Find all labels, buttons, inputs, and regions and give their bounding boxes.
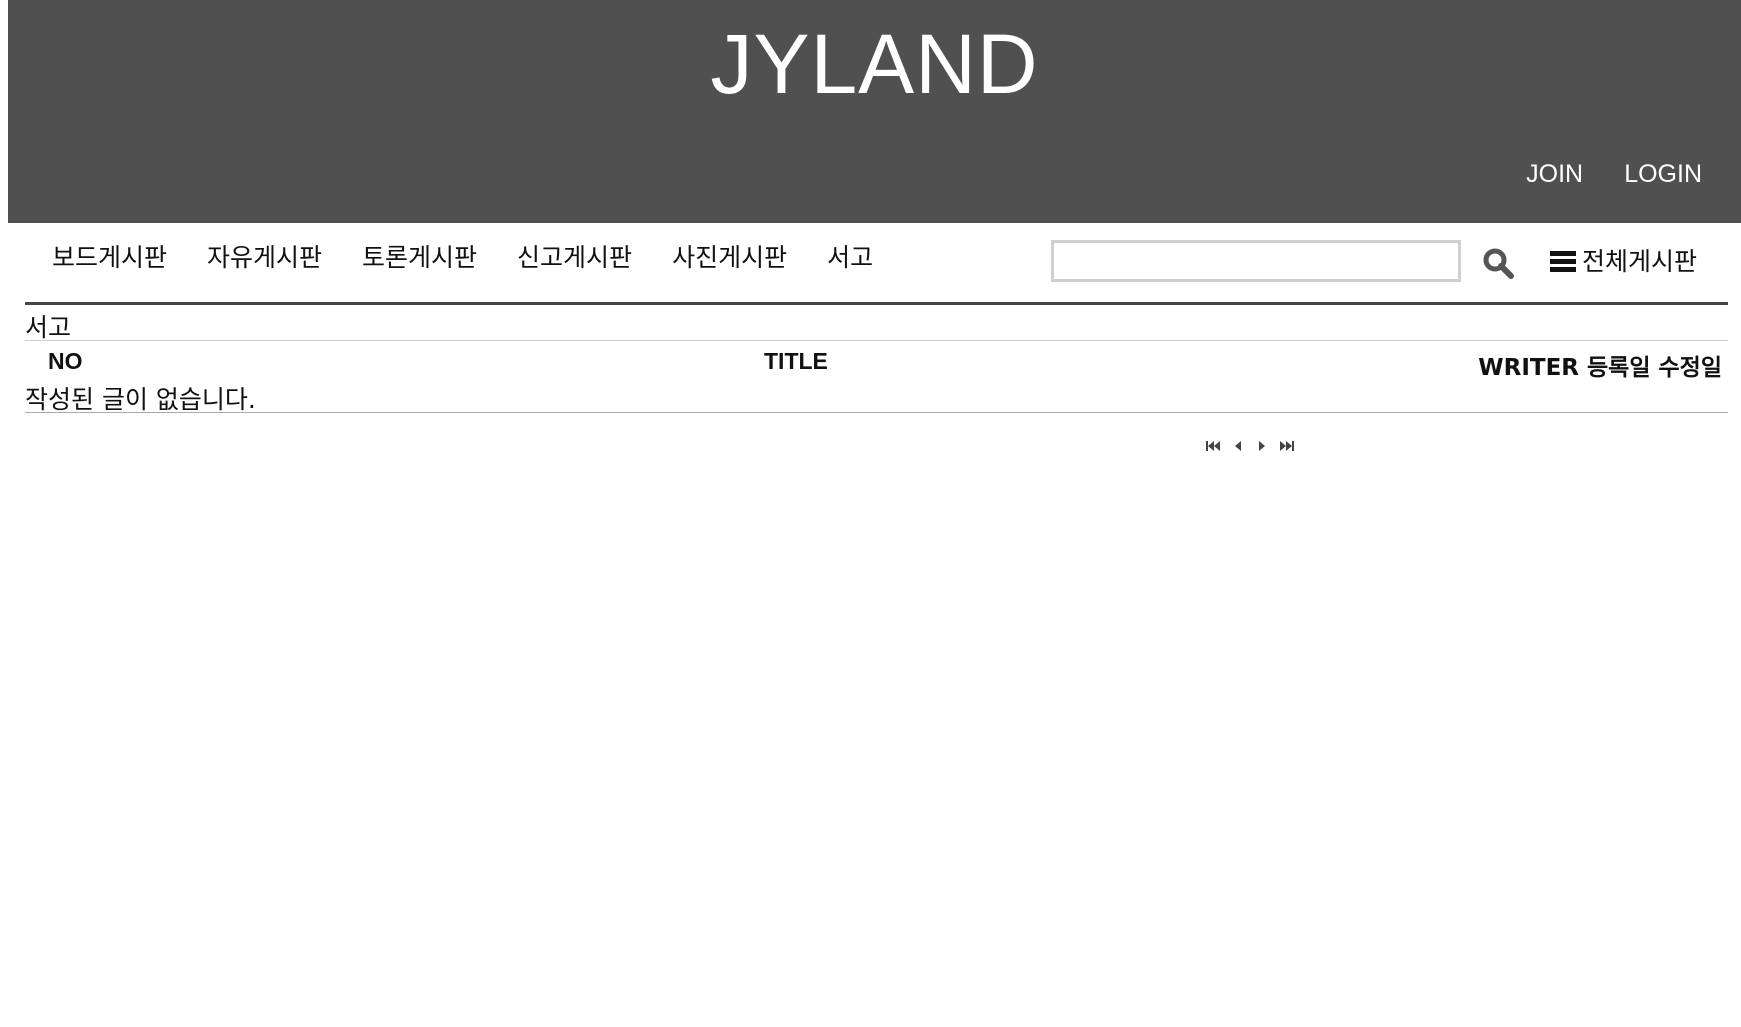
divider bbox=[25, 340, 1728, 341]
first-page-icon[interactable] bbox=[1205, 438, 1223, 454]
nav-item-free[interactable]: 자유게시판 bbox=[207, 238, 322, 274]
board-title: 서고 bbox=[25, 313, 72, 342]
pagination bbox=[1205, 438, 1295, 454]
auth-links: JOIN LOGIN bbox=[1490, 160, 1702, 189]
board-nav: 보드게시판 자유게시판 토론게시판 신고게시판 사진게시판 서고 bbox=[52, 238, 873, 274]
last-page-icon[interactable] bbox=[1277, 438, 1295, 454]
nav-item-debate[interactable]: 토론게시판 bbox=[362, 238, 477, 274]
search-icon bbox=[1483, 248, 1514, 279]
all-boards-label: 전체게시판 bbox=[1582, 247, 1698, 276]
site-logo[interactable]: JYLAND bbox=[8, 16, 1741, 113]
prev-page-icon[interactable] bbox=[1229, 438, 1247, 454]
nav-item-board[interactable]: 보드게시판 bbox=[52, 238, 167, 274]
divider bbox=[25, 302, 1728, 305]
nav-item-report[interactable]: 신고게시판 bbox=[517, 238, 632, 274]
login-link[interactable]: LOGIN bbox=[1624, 160, 1702, 188]
divider bbox=[25, 412, 1728, 413]
nav-item-library[interactable]: 서고 bbox=[827, 238, 873, 274]
search-button[interactable] bbox=[1482, 247, 1516, 281]
column-header-writer-dates: WRITER 등록일 수정일 bbox=[1478, 355, 1722, 381]
next-page-icon[interactable] bbox=[1253, 438, 1271, 454]
nav-item-photo[interactable]: 사진게시판 bbox=[672, 238, 787, 274]
site-header: JYLAND JOIN LOGIN bbox=[8, 0, 1741, 223]
all-boards-menu[interactable]: 전체게시판 bbox=[1550, 242, 1697, 278]
search-input[interactable] bbox=[1051, 240, 1461, 282]
column-header-no: NO bbox=[48, 348, 83, 374]
join-link[interactable]: JOIN bbox=[1526, 160, 1583, 188]
empty-list-message: 작성된 글이 없습니다. bbox=[25, 385, 256, 414]
column-header-title: TITLE bbox=[764, 348, 828, 374]
menu-icon bbox=[1550, 251, 1576, 273]
